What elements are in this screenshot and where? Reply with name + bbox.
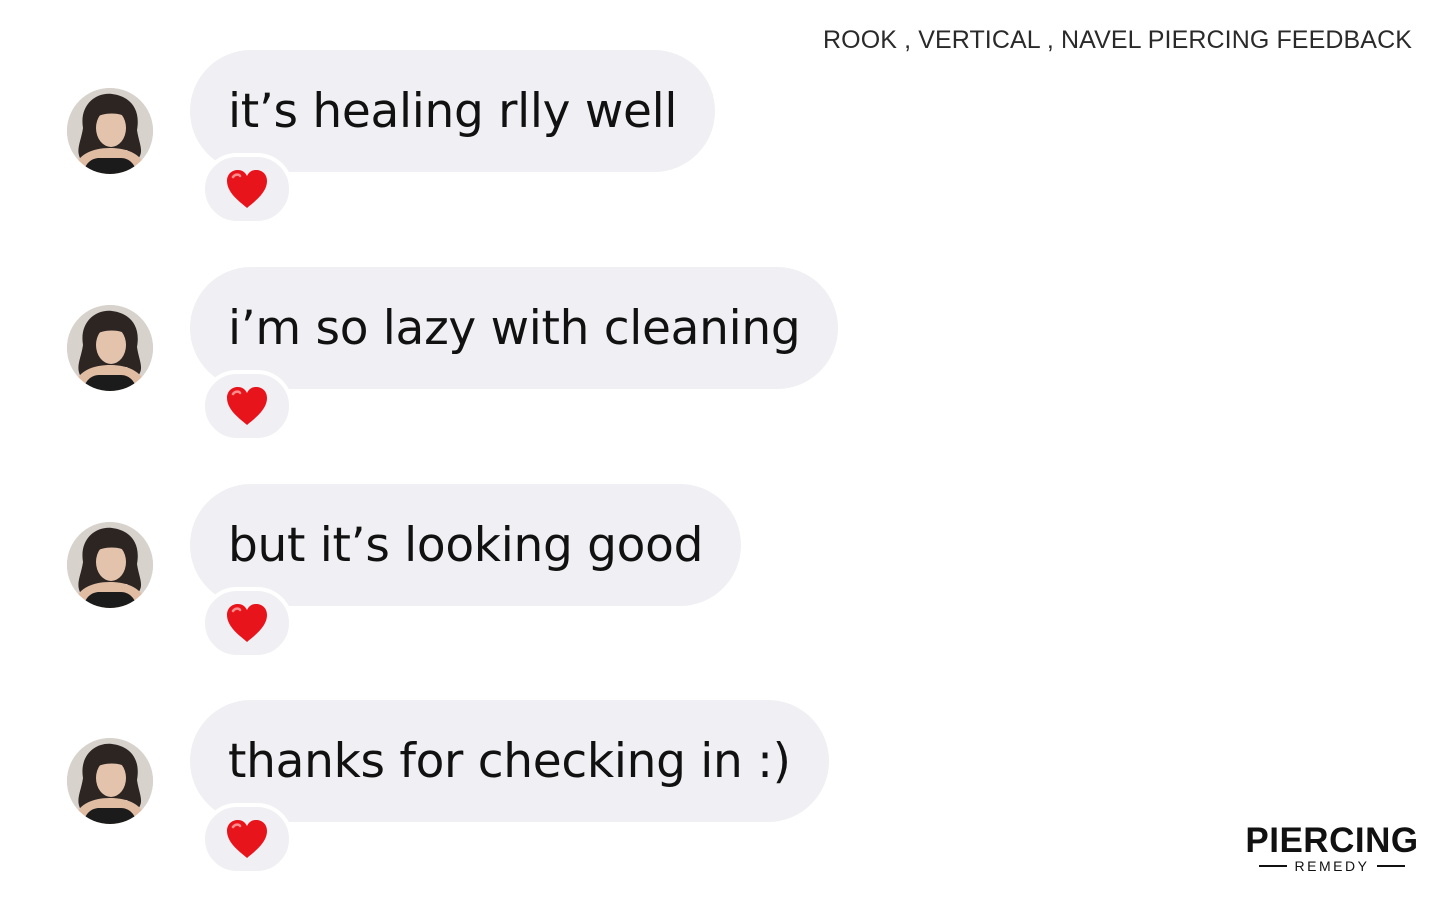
message-row: thanks for checking in :) bbox=[0, 700, 1000, 880]
message-bubble[interactable]: it’s healing rlly well bbox=[190, 50, 716, 172]
brand-divider bbox=[1258, 865, 1287, 867]
brand-subtitle: REMEDY bbox=[1294, 858, 1370, 874]
message-bubble[interactable]: i’m so lazy with cleaning bbox=[190, 267, 839, 389]
message-row: but it’s looking good bbox=[0, 484, 1000, 664]
red-heart-icon bbox=[227, 820, 267, 858]
sender-avatar[interactable] bbox=[67, 88, 153, 174]
heart-reaction[interactable] bbox=[201, 803, 293, 875]
message-thread: it’s healing rlly well i’m so lazy with … bbox=[0, 0, 1000, 900]
brand-name: PIERCING bbox=[1245, 821, 1419, 860]
red-heart-icon bbox=[227, 604, 267, 642]
sender-avatar[interactable] bbox=[67, 305, 153, 391]
sender-avatar[interactable] bbox=[67, 738, 153, 824]
heart-reaction[interactable] bbox=[201, 153, 293, 225]
heart-reaction[interactable] bbox=[201, 370, 293, 442]
message-row: it’s healing rlly well bbox=[0, 50, 1000, 230]
red-heart-icon bbox=[227, 387, 267, 425]
brand-divider bbox=[1377, 865, 1406, 867]
message-row: i’m so lazy with cleaning bbox=[0, 267, 1000, 447]
message-bubble[interactable]: thanks for checking in :) bbox=[190, 700, 829, 822]
sender-avatar[interactable] bbox=[67, 522, 153, 608]
brand-subtitle-row: REMEDY bbox=[1244, 858, 1420, 874]
red-heart-icon bbox=[227, 170, 267, 208]
heart-reaction[interactable] bbox=[201, 587, 293, 659]
brand-logo: PIERCING REMEDY bbox=[1244, 821, 1420, 875]
message-bubble[interactable]: but it’s looking good bbox=[190, 484, 742, 606]
